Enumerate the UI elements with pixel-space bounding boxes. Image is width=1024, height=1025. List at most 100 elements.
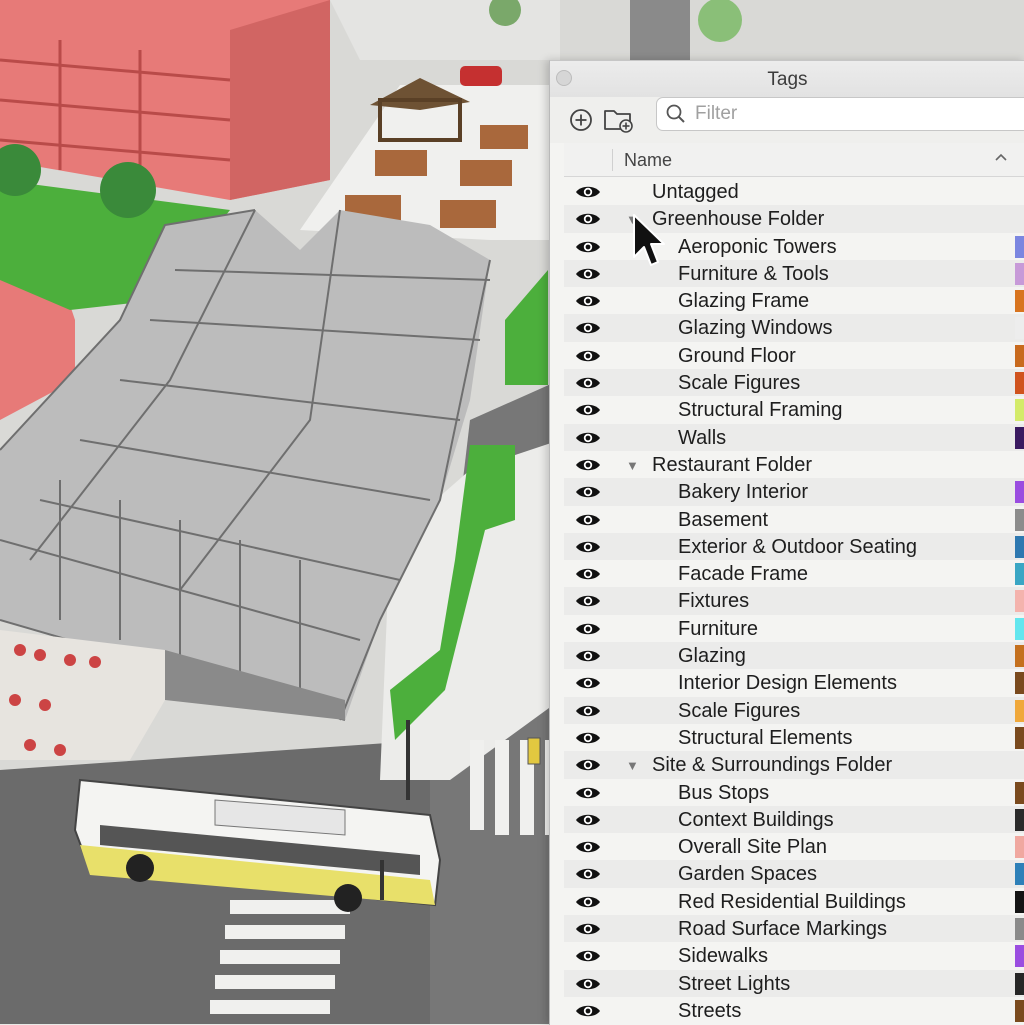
tag-color-swatch[interactable] <box>1015 317 1024 340</box>
eye-icon[interactable] <box>575 976 601 992</box>
tag-color-swatch[interactable] <box>1015 235 1024 258</box>
tag-color-swatch[interactable] <box>1015 781 1024 804</box>
tag-row[interactable]: Interior Design Elements <box>564 669 1024 696</box>
tag-color-swatch[interactable] <box>1015 372 1024 395</box>
tag-label: Bakery Interior <box>678 481 809 504</box>
tag-color-swatch[interactable] <box>1015 918 1024 941</box>
tag-row[interactable]: Glazing <box>564 642 1024 670</box>
tag-row[interactable]: Bus Stops <box>564 779 1024 806</box>
eye-icon[interactable] <box>575 921 601 937</box>
eye-icon[interactable] <box>575 730 601 746</box>
tag-row[interactable]: Road Surface Markings <box>564 915 1024 943</box>
eye-icon[interactable] <box>575 430 601 446</box>
tag-color-swatch[interactable] <box>1015 726 1024 749</box>
eye-icon[interactable] <box>575 211 601 227</box>
tag-row[interactable]: Exterior & Outdoor Seating <box>564 532 1024 561</box>
eye-icon[interactable] <box>575 621 601 637</box>
filter-field[interactable] <box>656 97 1024 131</box>
eye-icon[interactable] <box>575 320 601 336</box>
filter-input[interactable] <box>693 101 1017 127</box>
tag-label: Road Surface Markings <box>678 918 887 941</box>
tag-label: Fixtures <box>678 590 750 613</box>
tag-row[interactable]: Overall Site Plan <box>564 833 1024 860</box>
tag-color-swatch[interactable] <box>1015 672 1024 695</box>
tag-folder-row[interactable]: ▼ Restaurant Folder <box>564 451 1024 478</box>
tag-color-swatch[interactable] <box>1015 426 1024 449</box>
tag-color-swatch[interactable] <box>1015 590 1024 613</box>
plus-circle-icon <box>570 109 592 131</box>
eye-icon[interactable] <box>575 293 601 309</box>
tag-color-swatch[interactable] <box>1015 617 1024 640</box>
tag-row[interactable]: Glazing Frame <box>564 287 1024 314</box>
tag-row[interactable]: Red Residential Buildings <box>564 888 1024 915</box>
eye-icon[interactable] <box>575 593 601 609</box>
tag-color-swatch[interactable] <box>1015 645 1024 668</box>
tag-color-swatch[interactable] <box>1015 344 1024 367</box>
tag-row[interactable]: Garden Spaces <box>564 860 1024 888</box>
chevron-up-icon[interactable] <box>994 152 1008 162</box>
eye-icon[interactable] <box>575 1003 601 1019</box>
add-folder-button[interactable] <box>602 103 636 137</box>
tag-color-swatch[interactable] <box>1015 808 1024 831</box>
eye-icon[interactable] <box>575 703 601 719</box>
eye-icon[interactable] <box>575 566 601 582</box>
column-header-name[interactable]: Name <box>624 150 672 171</box>
triangle-down-icon[interactable]: ▼ <box>626 758 639 773</box>
eye-icon[interactable] <box>575 675 601 691</box>
tag-row[interactable]: Ground Floor <box>564 342 1024 369</box>
tag-color-swatch[interactable] <box>1015 481 1024 504</box>
tag-row[interactable]: Structural Framing <box>564 396 1024 423</box>
eye-icon[interactable] <box>575 402 601 418</box>
tag-color-swatch[interactable] <box>1015 890 1024 913</box>
tag-color-swatch[interactable] <box>1015 535 1024 558</box>
eye-icon[interactable] <box>575 866 601 882</box>
tag-color-swatch[interactable] <box>1015 699 1024 722</box>
tag-row[interactable]: Walls <box>564 423 1024 451</box>
tag-color-swatch[interactable] <box>1015 563 1024 586</box>
triangle-down-icon[interactable]: ▼ <box>626 458 639 473</box>
eye-icon[interactable] <box>575 266 601 282</box>
tag-row[interactable]: Bakery Interior <box>564 478 1024 506</box>
tag-row[interactable]: Street Lights <box>564 969 1024 997</box>
tag-row[interactable]: Untagged <box>564 178 1024 205</box>
tag-color-swatch[interactable] <box>1015 290 1024 313</box>
tag-color-swatch[interactable] <box>1015 836 1024 859</box>
eye-icon[interactable] <box>575 457 601 473</box>
eye-icon[interactable] <box>575 648 601 664</box>
eye-icon[interactable] <box>575 839 601 855</box>
eye-icon[interactable] <box>575 239 601 255</box>
tag-row[interactable]: Facade Frame <box>564 560 1024 587</box>
tag-color-swatch[interactable] <box>1015 999 1024 1022</box>
tag-color-swatch[interactable] <box>1015 262 1024 285</box>
tag-color-swatch[interactable] <box>1015 945 1024 968</box>
tag-label: Glazing <box>678 645 746 668</box>
tag-row[interactable]: Fixtures <box>564 587 1024 615</box>
tag-color-swatch[interactable] <box>1015 508 1024 531</box>
eye-icon[interactable] <box>575 512 601 528</box>
panel-titlebar[interactable]: Tags <box>550 61 1024 98</box>
tag-color-swatch[interactable] <box>1015 863 1024 886</box>
tag-row[interactable]: Scale Figures <box>564 369 1024 397</box>
tag-row[interactable]: Scale Figures <box>564 696 1024 724</box>
eye-icon[interactable] <box>575 894 601 910</box>
tag-color-swatch[interactable] <box>1015 399 1024 422</box>
tag-row[interactable]: Context Buildings <box>564 805 1024 834</box>
eye-icon[interactable] <box>575 948 601 964</box>
tag-row[interactable]: Basement <box>564 506 1024 533</box>
eye-icon[interactable] <box>575 812 601 828</box>
eye-icon[interactable] <box>575 484 601 500</box>
tag-color-swatch[interactable] <box>1015 972 1024 995</box>
eye-icon[interactable] <box>575 785 601 801</box>
add-tag-button[interactable] <box>564 103 598 137</box>
tag-folder-row[interactable]: ▼ Site & Surroundings Folder <box>564 751 1024 779</box>
tag-row[interactable]: Structural Elements <box>564 724 1024 751</box>
tag-row[interactable]: Glazing Windows <box>564 314 1024 342</box>
eye-icon[interactable] <box>575 184 601 200</box>
eye-icon[interactable] <box>575 539 601 555</box>
tag-row[interactable]: Sidewalks <box>564 942 1024 969</box>
tag-row[interactable]: Streets <box>564 997 1024 1024</box>
eye-icon[interactable] <box>575 757 601 773</box>
eye-icon[interactable] <box>575 375 601 391</box>
eye-icon[interactable] <box>575 348 601 364</box>
tag-row[interactable]: Furniture <box>564 615 1024 642</box>
